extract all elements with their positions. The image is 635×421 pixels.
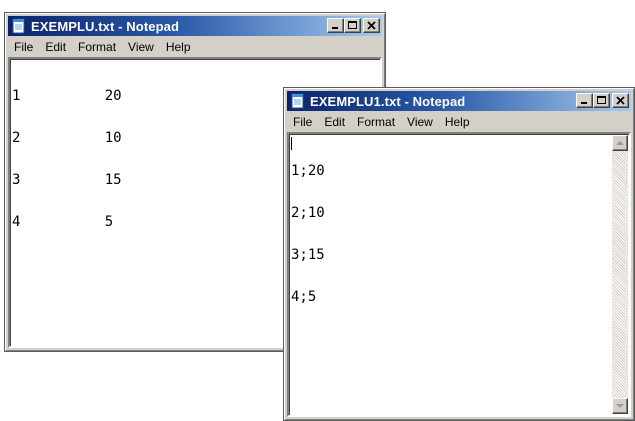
menu-view[interactable]: View [401,115,439,129]
minimize-icon [581,102,587,104]
menu-format[interactable]: Format [72,40,122,54]
text-line: 3;15 [291,247,325,263]
maximize-button[interactable] [593,93,610,108]
text-editor[interactable]: 1;20 2;10 3;15 4;5 [287,132,631,417]
maximize-button[interactable] [344,18,361,33]
window-title: EXEMPLU.txt - Notepad [31,18,179,34]
menu-bar: File Edit Format View Help [8,37,382,56]
menu-help[interactable]: Help [439,115,476,129]
minimize-button[interactable] [327,18,344,33]
window-title: EXEMPLU1.txt - Notepad [310,93,466,109]
title-bar[interactable]: EXEMPLU.txt - Notepad [8,16,382,36]
scroll-up-arrow-icon [616,141,624,145]
notepad-icon[interactable] [11,18,27,34]
menu-view[interactable]: View [122,40,160,54]
close-button[interactable] [363,18,380,33]
menu-edit[interactable]: Edit [318,115,351,129]
minimize-button[interactable] [576,93,593,108]
vertical-scrollbar[interactable] [612,135,628,414]
menu-file[interactable]: File [287,115,318,129]
menu-file[interactable]: File [8,40,39,54]
notepad-icon[interactable] [290,93,306,109]
close-icon [367,21,376,30]
maximize-icon [348,21,357,29]
text-content[interactable]: 1;20 2;10 3;15 4;5 [291,136,611,413]
text-line: 4;5 [291,289,317,305]
close-button[interactable] [612,93,629,108]
scroll-up-button[interactable] [612,135,628,151]
close-icon [616,96,625,105]
menu-bar: File Edit Format View Help [287,112,631,131]
menu-format[interactable]: Format [351,115,401,129]
minimize-icon [332,27,338,29]
text-line: 2;10 [291,205,325,221]
menu-edit[interactable]: Edit [39,40,72,54]
scroll-down-button[interactable] [612,398,628,414]
menu-help[interactable]: Help [160,40,197,54]
scroll-down-arrow-icon [616,404,624,408]
title-bar[interactable]: EXEMPLU1.txt - Notepad [287,91,631,111]
text-line: 1;20 [291,163,325,179]
maximize-icon [597,96,606,104]
notepad-window-exemplu1[interactable]: EXEMPLU1.txt - Notepad File Edit Format … [283,87,635,421]
